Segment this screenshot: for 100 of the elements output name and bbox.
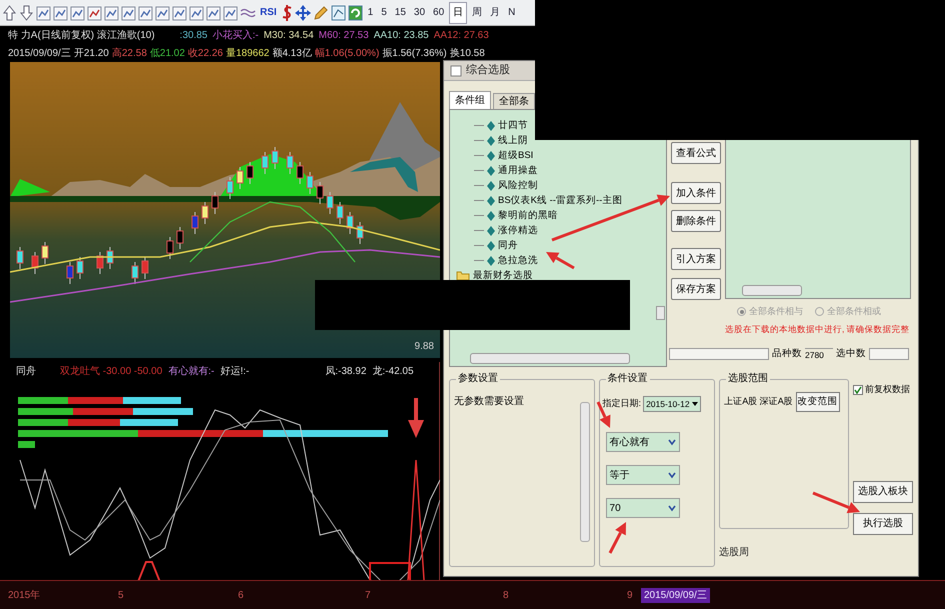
checkbox[interactable] <box>853 384 864 395</box>
candlestick <box>286 152 294 174</box>
indicator-reading: M60: 27.53 <box>318 28 369 42</box>
indicator-reading: 双龙吐气 -30.00 -50.00 <box>60 364 162 379</box>
chart-icon[interactable] <box>172 4 187 20</box>
indicator-reading: 凤:-38.92 <box>325 365 366 379</box>
candlestick <box>132 262 138 284</box>
signal-box <box>369 562 411 580</box>
axis-label: 9 <box>627 590 633 600</box>
side-button[interactable]: 删除条件 <box>671 210 721 232</box>
period-tab[interactable]: 日 <box>449 2 468 24</box>
candlestick <box>262 152 268 174</box>
side-button[interactable]: 查看公式 <box>671 142 721 164</box>
side-button[interactable]: 保存方案 <box>671 278 721 300</box>
side-button[interactable]: 加入条件 <box>671 182 721 204</box>
candlestick <box>226 176 234 200</box>
tree-item[interactable]: 超级BSI <box>498 150 534 162</box>
period-tab[interactable]: 30 <box>410 2 428 24</box>
chart-icon[interactable] <box>155 4 170 20</box>
candlestick <box>336 202 344 224</box>
candlestick <box>96 252 104 274</box>
radio-button[interactable] <box>815 307 824 316</box>
down-arrow-icon <box>408 398 424 438</box>
selected-count-field <box>869 348 909 360</box>
tree-item[interactable]: 同舟 <box>498 240 518 252</box>
chart-icon[interactable] <box>104 4 119 20</box>
candlestick <box>212 192 218 214</box>
radio-label: 全部条件相或 <box>827 305 881 318</box>
refresh-icon[interactable] <box>348 4 363 20</box>
candlestick <box>166 236 174 260</box>
window-title: 综合选股 <box>466 62 510 78</box>
date-label: 指定日期: <box>602 397 642 410</box>
period-tab[interactable]: 月 <box>487 2 504 24</box>
tree-item[interactable]: 廿四节 <box>498 120 528 132</box>
dropdown[interactable]: 70 <box>606 498 680 518</box>
chart-icon[interactable] <box>138 4 153 20</box>
scrollbar-thumb[interactable] <box>742 285 802 296</box>
line-chart-icon[interactable] <box>70 4 85 20</box>
tree-item[interactable]: 线上阴 <box>498 134 528 146</box>
period-tab[interactable]: N <box>505 2 518 24</box>
date-picker[interactable]: 2015-10-12 <box>643 396 701 412</box>
period-tab[interactable]: 周 <box>469 2 486 24</box>
tree-item[interactable]: 黎明前的黑暗 <box>498 210 558 222</box>
action-button[interactable]: 执行选股 <box>853 512 913 534</box>
checkbox-label: 前复权数据 <box>865 383 910 396</box>
period-tab[interactable]: 1 <box>364 2 376 24</box>
candlestick <box>76 256 84 280</box>
quote-value: 2015/09/09/三 <box>8 46 71 60</box>
chart-icon[interactable] <box>189 4 204 20</box>
tree-item[interactable]: 急拉急洗 <box>498 254 538 266</box>
tree-item[interactable]: 通用操盘 <box>498 164 538 176</box>
chart-icon[interactable] <box>36 4 51 20</box>
chart-icon[interactable] <box>223 4 238 20</box>
tree-item[interactable]: 风险控制 <box>498 180 538 192</box>
chart-icon[interactable] <box>53 4 68 20</box>
window-icon <box>450 64 462 76</box>
period-label: 选股周 <box>719 546 750 560</box>
period-tab[interactable]: 5 <box>378 2 390 24</box>
candlestick <box>16 246 24 270</box>
action-button[interactable]: 选股入板块 <box>853 480 913 502</box>
annotation-arrow <box>608 522 626 554</box>
down-arrow-icon[interactable] <box>19 4 34 20</box>
chart-icon[interactable] <box>206 4 221 20</box>
dialog-tab[interactable]: 全部条 <box>493 93 535 109</box>
side-button[interactable]: 引入方案 <box>671 248 721 270</box>
scrollbar-thumb[interactable] <box>656 306 665 320</box>
rsi-button[interactable]: RSI <box>260 5 277 20</box>
pencil-icon[interactable] <box>312 4 329 20</box>
count-value: 2780 <box>805 348 833 362</box>
candlestick <box>106 246 114 270</box>
quote-value: 收22.26 <box>188 46 223 60</box>
scrollbar-thumb[interactable] <box>580 402 590 542</box>
period-tab[interactable]: 60 <box>430 2 448 24</box>
chart-icon[interactable] <box>330 4 346 20</box>
dialog-tab[interactable]: 条件组 <box>449 91 491 109</box>
axis-label: 5 <box>118 590 124 600</box>
tree-item[interactable]: 最新财务选股 <box>473 270 533 282</box>
price-label: 9.88 <box>414 340 434 354</box>
tree-item[interactable]: 涨停精选 <box>498 224 538 236</box>
dropdown[interactable]: 等于 <box>606 465 680 485</box>
quote-value: 高22.58 <box>112 46 147 60</box>
change-range-button[interactable]: 改变范围 <box>796 392 840 412</box>
dropdown[interactable]: 有心就有 <box>606 432 680 452</box>
candlestick <box>316 182 324 204</box>
move-icon[interactable] <box>294 4 311 20</box>
quote-value: 低21.02 <box>150 46 185 60</box>
up-arrow-icon[interactable] <box>2 4 17 20</box>
axis-label: 8 <box>503 590 509 600</box>
candlestick <box>306 172 314 194</box>
candlestick <box>142 256 148 280</box>
candlestick <box>272 146 278 170</box>
tree-item[interactable]: BS仪表K线 --雷霆系列--主图 <box>498 194 622 206</box>
dollar-icon[interactable] <box>280 4 293 22</box>
chart-icon[interactable] <box>121 4 136 20</box>
candlestick <box>356 222 364 244</box>
indicator-reading: AA12: 27.63 <box>434 28 489 42</box>
radio-button[interactable] <box>737 307 746 316</box>
scrollbar-thumb[interactable] <box>470 353 630 364</box>
axis-label: 2015年 <box>8 590 40 600</box>
period-tab[interactable]: 15 <box>392 2 409 24</box>
